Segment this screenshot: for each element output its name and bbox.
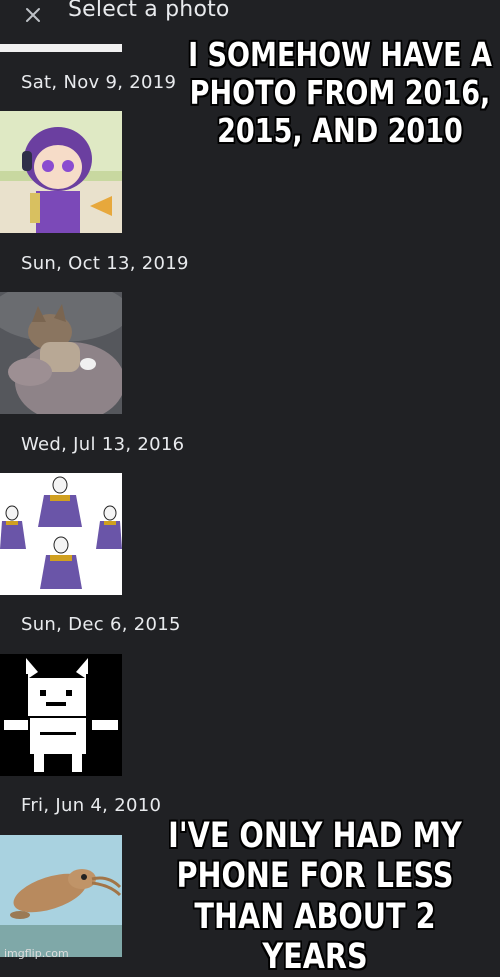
previous-photo-edge[interactable]: [0, 44, 122, 52]
photo-thumbnail-cat[interactable]: [0, 292, 122, 414]
date-header: Fri, Jun 4, 2010: [21, 795, 162, 816]
page-title: Select a photo: [68, 0, 230, 22]
meme-bottom-caption: I'VE ONLY HAD MY PHONE FOR LESS THAN ABO…: [168, 816, 462, 977]
meme-top-caption: I SOMEHOW HAVE A PHOTO FROM 2016, 2015, …: [188, 35, 492, 150]
watermark: imgflip.com: [4, 947, 69, 960]
close-button[interactable]: [18, 0, 48, 30]
photo-thumbnail-anime-character[interactable]: [0, 111, 122, 233]
close-icon: [26, 8, 40, 22]
date-header: Sun, Oct 13, 2019: [21, 253, 189, 274]
photo-thumbnail-goat-characters[interactable]: [0, 473, 122, 595]
photo-thumbnail-pixel-cat[interactable]: [0, 654, 122, 776]
date-header: Sat, Nov 9, 2019: [21, 72, 177, 93]
date-header: Sun, Dec 6, 2015: [21, 614, 181, 635]
date-header: Wed, Jul 13, 2016: [21, 434, 185, 455]
app-header: Select a photo: [0, 0, 500, 30]
photo-thumbnail-squid[interactable]: [0, 835, 122, 957]
